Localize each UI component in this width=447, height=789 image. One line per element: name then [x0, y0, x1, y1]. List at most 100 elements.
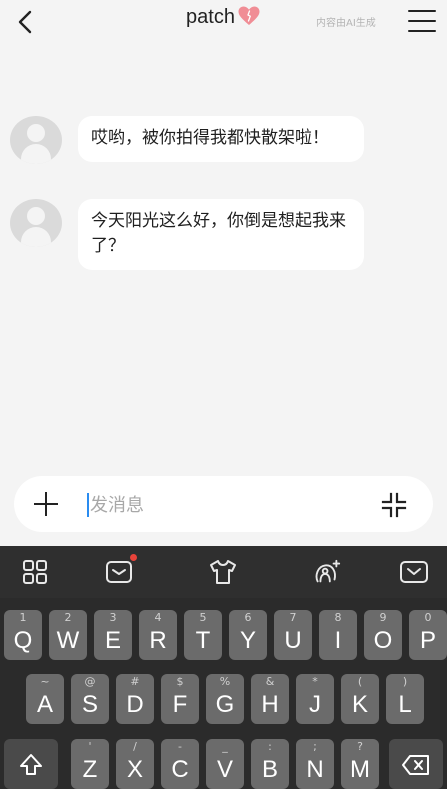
key-z[interactable]: ' Z — [71, 739, 109, 789]
key-letter: Z — [82, 756, 98, 783]
ai-generated-notice: 内容由AI生成 — [316, 18, 376, 29]
key-m[interactable]: ? M — [341, 739, 379, 789]
key-letter: U — [284, 627, 302, 654]
key-t[interactable]: 5T — [184, 610, 222, 660]
key-number-hint: 5 — [199, 611, 207, 624]
key-letter: E — [104, 627, 121, 654]
key-letter: O — [373, 627, 393, 654]
menu-button[interactable] — [404, 6, 440, 36]
avatar-sparkle-icon — [315, 559, 341, 583]
menu-icon-line — [408, 10, 436, 12]
key-j[interactable]: * J — [296, 674, 334, 724]
menu-icon-line — [408, 20, 436, 22]
avatar[interactable] — [10, 116, 62, 164]
key-letter: M — [350, 756, 370, 783]
key-o[interactable]: 9O — [364, 610, 402, 660]
key-f[interactable]: $ F — [161, 674, 199, 724]
key-letter: V — [216, 756, 233, 783]
key-letter: T — [195, 627, 211, 654]
key-number-hint: 8 — [334, 611, 342, 624]
key-symbol-hint: & — [265, 675, 275, 688]
key-symbol-hint: # — [130, 675, 140, 688]
key-letter: C — [171, 756, 189, 783]
message-row: 哎哟，被你拍得我都快散架啦！ — [10, 116, 364, 164]
top-bar: patch 内容由AI生成 — [0, 0, 447, 44]
contact-name: patch — [186, 6, 235, 28]
key-letter: Q — [13, 627, 33, 654]
backspace-key[interactable] — [389, 739, 443, 789]
key-symbol-hint: $ — [176, 675, 184, 688]
key-g[interactable]: % G — [206, 674, 244, 724]
key-letter: K — [351, 691, 368, 718]
key-letter: Y — [239, 627, 256, 654]
key-symbol-hint: ' — [88, 740, 92, 753]
key-y[interactable]: 6Y — [229, 610, 267, 660]
message-bubble[interactable]: 今天阳光这么好，你倒是想起我来了？ — [78, 199, 364, 270]
heart-icon — [238, 6, 260, 25]
key-symbol-hint: : — [268, 740, 272, 753]
skin-button[interactable] — [208, 558, 238, 586]
key-p[interactable]: 0P — [409, 610, 447, 660]
collapse-button[interactable] — [381, 492, 407, 518]
key-s[interactable]: @ S — [71, 674, 109, 724]
message-row: 今天阳光这么好，你倒是想起我来了？ — [10, 199, 364, 270]
key-letter: J — [309, 691, 321, 718]
shift-key[interactable] — [4, 739, 58, 789]
key-symbol-hint: - — [178, 740, 182, 753]
key-l[interactable]: ) L — [386, 674, 424, 724]
key-v[interactable]: _ V — [206, 739, 244, 789]
add-attachment-button[interactable] — [32, 490, 60, 518]
key-e[interactable]: 3E — [94, 610, 132, 660]
message-composer — [14, 476, 433, 532]
key-letter: P — [419, 627, 436, 654]
key-r[interactable]: 4R — [139, 610, 177, 660]
key-letter: N — [306, 756, 324, 783]
tshirt-icon — [210, 560, 236, 584]
message-bubble[interactable]: 哎哟，被你拍得我都快散架啦！ — [78, 116, 364, 162]
key-letter: S — [81, 691, 98, 718]
hide-keyboard-icon — [400, 561, 428, 583]
key-symbol-hint: ; — [313, 740, 317, 753]
message-input[interactable] — [90, 490, 370, 520]
avatar[interactable] — [10, 199, 62, 247]
key-a[interactable]: ~ A — [26, 674, 64, 724]
grid-button[interactable] — [20, 558, 50, 586]
key-number-hint: 2 — [64, 611, 72, 624]
key-symbol-hint: ) — [402, 675, 408, 688]
key-letter: X — [126, 756, 143, 783]
hide-keyboard-button[interactable] — [399, 558, 429, 586]
key-d[interactable]: # D — [116, 674, 154, 724]
key-c[interactable]: -C — [161, 739, 199, 789]
avatar-button[interactable] — [312, 558, 342, 586]
key-letter: F — [172, 691, 188, 718]
key-u[interactable]: 7U — [274, 610, 312, 660]
chat-title[interactable]: patch — [0, 6, 447, 29]
key-letter: H — [261, 691, 279, 718]
key-symbol-hint: / — [133, 740, 137, 753]
key-symbol-hint: @ — [84, 675, 96, 688]
keyboard: 1Q 2W 3E 4R 5T 6Y 7U 8I 9O 0P ~ A @ S # D $… — [0, 546, 447, 789]
key-symbol-hint: ( — [357, 675, 363, 688]
key-i[interactable]: 8I — [319, 610, 357, 660]
key-letter: D — [126, 691, 144, 718]
key-letter: I — [334, 627, 342, 654]
key-letter: R — [149, 627, 167, 654]
key-h[interactable]: & H — [251, 674, 289, 724]
key-letter: L — [398, 691, 412, 718]
key-letter: G — [215, 691, 235, 718]
key-x[interactable]: / X — [116, 739, 154, 789]
keyboard-toolbar — [0, 546, 447, 598]
key-number-hint: 9 — [379, 611, 387, 624]
key-letter: B — [261, 756, 278, 783]
key-b[interactable]: :B — [251, 739, 289, 789]
key-w[interactable]: 2W — [49, 610, 87, 660]
collapse-icon — [381, 492, 407, 518]
key-q[interactable]: 1Q — [4, 610, 42, 660]
inbox-button[interactable] — [104, 554, 137, 586]
key-n[interactable]: ; N — [296, 739, 334, 789]
key-number-hint: 3 — [109, 611, 117, 624]
inbox-icon — [106, 561, 132, 583]
key-k[interactable]: (K — [341, 674, 379, 724]
key-symbol-hint: ~ — [40, 675, 50, 688]
key-number-hint: 7 — [289, 611, 297, 624]
